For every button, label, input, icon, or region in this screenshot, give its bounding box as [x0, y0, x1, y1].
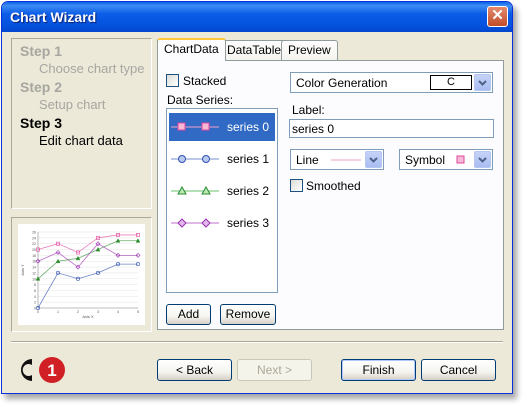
- preview-y-tick-label: 10: [32, 277, 36, 281]
- preview-y-tick-label: 2: [34, 301, 36, 305]
- series-item-2[interactable]: series 2: [169, 177, 275, 205]
- preview-y-tick-label: 18: [32, 254, 36, 258]
- series-name: series 0: [227, 120, 270, 134]
- color-generation-label: Color Generation: [296, 76, 388, 90]
- preview-y-tick-label: 8: [34, 283, 36, 287]
- step-1-title: Step 1: [20, 43, 63, 59]
- chartdata-tab-page: Stacked Data Series: series 0 series 1 s…: [157, 60, 504, 330]
- preview-y-tick-label: 0: [34, 307, 36, 311]
- preview-y-tick-label: 20: [32, 248, 36, 252]
- diamond-marker-icon: [171, 218, 219, 228]
- preview-x-tick-label: 5: [137, 310, 139, 314]
- series-item-3[interactable]: series 3: [169, 209, 275, 237]
- smoothed-label: Smoothed: [306, 179, 361, 193]
- back-button[interactable]: < Back: [157, 359, 232, 381]
- preview-y-tick-label: 16: [32, 260, 36, 264]
- line-sample-icon: [331, 159, 361, 161]
- finish-button[interactable]: Finish: [341, 359, 416, 381]
- tab-preview[interactable]: Preview: [281, 40, 338, 60]
- window-title: Chart Wizard: [10, 9, 97, 25]
- chart-wizard-window: Chart Wizard ✕ Step 1 Choose chart type …: [1, 1, 513, 394]
- data-series-label: Data Series:: [167, 93, 234, 107]
- preview-x-axis-label: Axis X: [82, 314, 94, 319]
- tab-datatable[interactable]: DataTable: [220, 40, 289, 60]
- preview-y-axis-label: Axis Y: [20, 264, 25, 276]
- title-bar[interactable]: Chart Wizard ✕: [2, 2, 512, 32]
- step-3-title: Step 3: [20, 115, 63, 131]
- series-name: series 2: [227, 184, 270, 198]
- chevron-down-icon[interactable]: [474, 151, 491, 168]
- preview-y-tick-label: 6: [34, 289, 36, 293]
- preview-x-tick-label: 1: [57, 310, 59, 314]
- series-label-value: series 0: [292, 122, 335, 136]
- color-generation-combo[interactable]: Color Generation C: [290, 72, 493, 93]
- preview-x-tick-label: 0: [37, 310, 39, 314]
- square-marker-icon: [171, 122, 219, 131]
- smoothed-checkbox[interactable]: [290, 179, 303, 192]
- preview-y-tick-label: 26: [32, 231, 36, 235]
- add-series-button[interactable]: Add: [166, 304, 211, 325]
- series-name: series 3: [227, 216, 270, 230]
- footer-divider: [11, 341, 503, 343]
- label-caption: Label:: [292, 103, 325, 117]
- cancel-button[interactable]: Cancel: [421, 359, 496, 381]
- chevron-down-icon[interactable]: [365, 151, 382, 168]
- series-item-0[interactable]: series 0: [169, 113, 275, 141]
- preview-y-tick-label: 4: [34, 295, 36, 299]
- tab-chartdata[interactable]: ChartData: [157, 38, 226, 61]
- stacked-label: Stacked: [183, 74, 227, 88]
- series-name: series 1: [227, 152, 270, 166]
- next-button[interactable]: Next >: [237, 359, 312, 381]
- color-generation-value: C: [430, 75, 472, 90]
- preview-x-tick-label: 3: [97, 310, 99, 314]
- triangle-marker-icon: [171, 185, 219, 195]
- step-1-desc: Choose chart type: [39, 61, 145, 76]
- line-style-label: Line: [296, 153, 319, 167]
- preview-y-tick-label: 14: [32, 266, 36, 270]
- preview-y-tick-label: 22: [32, 242, 36, 246]
- preview-x-tick-label: 4: [117, 310, 119, 314]
- data-series-list[interactable]: series 0 series 1 series 2 series 3: [166, 108, 278, 293]
- series-label-input[interactable]: series 0: [289, 119, 494, 138]
- circle-marker-icon: [171, 155, 219, 163]
- series-item-1[interactable]: series 1: [169, 145, 275, 173]
- preview-y-tick-label: 12: [32, 271, 36, 275]
- steps-panel: Step 1 Choose chart type Step 2 Setup ch…: [11, 38, 152, 209]
- line-style-combo[interactable]: Line: [290, 149, 384, 170]
- chart-preview-panel: 0 2 4 6 8 10 12 14 16 18 20 22 24 26 0 1 2 3 4 5 Axis X Axis …: [11, 217, 152, 332]
- step-2-title: Step 2: [20, 79, 63, 95]
- preview-chart: 024681012141618202224260 1 2 3 4 5Axis XAxis …: [18, 224, 145, 325]
- stacked-checkbox[interactable]: [166, 74, 179, 87]
- step-3-desc: Edit chart data: [39, 133, 123, 148]
- svg-text:1: 1: [47, 361, 56, 380]
- symbol-style-label: Symbol: [405, 153, 446, 167]
- square-marker-icon: [456, 155, 465, 164]
- close-icon[interactable]: ✕: [487, 6, 508, 27]
- preview-y-tick-label: 24: [32, 236, 36, 240]
- c1-logo: 1: [21, 357, 65, 383]
- chevron-down-icon[interactable]: [474, 74, 491, 91]
- remove-series-button[interactable]: Remove: [220, 304, 276, 325]
- step-2-desc: Setup chart: [39, 97, 106, 112]
- preview-x-tick-label: 2: [77, 310, 79, 314]
- symbol-style-combo[interactable]: Symbol: [399, 149, 493, 170]
